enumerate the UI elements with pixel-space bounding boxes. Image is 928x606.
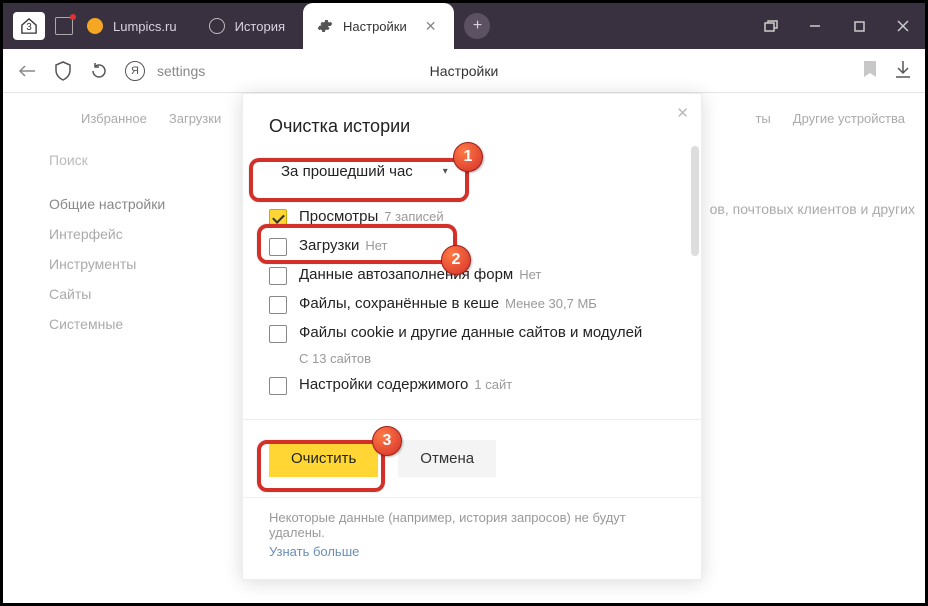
option-sub: С 13 сайтов bbox=[299, 351, 371, 366]
dialog-footer: Некоторые данные (например, история запр… bbox=[243, 497, 701, 579]
tab-history[interactable]: История bbox=[195, 3, 303, 49]
dialog-close-button[interactable]: ✕ bbox=[676, 104, 689, 122]
nav-item[interactable]: Загрузки bbox=[169, 111, 221, 126]
scrollbar[interactable] bbox=[691, 146, 699, 256]
tab-settings[interactable]: Настройки ✕ bbox=[303, 3, 454, 49]
window-maximize-button[interactable] bbox=[837, 3, 881, 49]
checkbox-icon[interactable] bbox=[269, 377, 287, 395]
page-title: Настройки bbox=[430, 63, 499, 79]
annotation-badge-1: 1 bbox=[453, 142, 483, 172]
option-sub: Менее 30,7 МБ bbox=[505, 296, 597, 311]
dropdown-value: За прошедший час bbox=[281, 163, 413, 180]
option-cache[interactable]: Файлы, сохранённые в кеше Менее 30,7 МБ bbox=[269, 295, 675, 314]
sidebar-item[interactable]: Системные bbox=[49, 316, 193, 332]
footer-note: Некоторые данные (например, история запр… bbox=[269, 510, 626, 540]
nav-item[interactable]: Избранное bbox=[81, 111, 147, 126]
new-tab-button[interactable]: + bbox=[464, 13, 490, 39]
nav-item[interactable]: ты bbox=[755, 111, 770, 126]
window-minimize-button[interactable] bbox=[793, 3, 837, 49]
tab-lumpics[interactable]: Lumpics.ru bbox=[73, 3, 195, 49]
annotation-badge-2: 2 bbox=[441, 245, 471, 275]
option-label: Просмотры bbox=[299, 208, 378, 225]
titlebar: 3 Lumpics.ru История Настройки ✕ + bbox=[3, 3, 925, 49]
option-sub: Нет bbox=[519, 267, 541, 282]
annotation-badge-3: 3 bbox=[372, 426, 402, 456]
sidebar-item[interactable]: Сайты bbox=[49, 286, 193, 302]
download-icon[interactable] bbox=[895, 60, 911, 81]
checkbox-icon[interactable] bbox=[269, 267, 287, 285]
option-label: Загрузки bbox=[299, 237, 359, 254]
settings-search-input[interactable]: Поиск bbox=[49, 152, 193, 168]
option-sub: 1 сайт bbox=[474, 377, 512, 392]
extensions-icon[interactable] bbox=[55, 17, 73, 35]
option-autofill[interactable]: Данные автозаполнения форм Нет bbox=[269, 266, 675, 285]
favicon-lumpics-icon bbox=[87, 18, 103, 34]
option-downloads[interactable]: Загрузки Нет bbox=[269, 237, 675, 256]
clear-button[interactable]: Очистить bbox=[269, 440, 378, 477]
settings-sidebar: Поиск Общие настройки Интерфейс Инструме… bbox=[3, 152, 193, 332]
option-label: Файлы, сохранённые в кеше bbox=[299, 295, 499, 312]
checkbox-icon[interactable] bbox=[269, 238, 287, 256]
collapse-tabs-icon[interactable] bbox=[749, 3, 793, 49]
app-window: 3 Lumpics.ru История Настройки ✕ + bbox=[0, 0, 928, 606]
back-button[interactable] bbox=[17, 61, 37, 81]
home-tab-count: 3 bbox=[26, 22, 32, 33]
learn-more-link[interactable]: Узнать больше bbox=[269, 544, 675, 559]
clear-options-list: Просмотры 7 записей Загрузки Нет Данные ав… bbox=[269, 208, 675, 395]
option-content-settings[interactable]: Настройки содержимого 1 сайт bbox=[269, 376, 675, 395]
sidebar-item[interactable]: Инструменты bbox=[49, 256, 193, 272]
option-sub: Нет bbox=[365, 238, 387, 253]
tab-label: История bbox=[235, 19, 285, 34]
time-range-dropdown[interactable]: За прошедший час ▾ bbox=[269, 155, 460, 188]
home-button[interactable]: 3 bbox=[13, 12, 45, 40]
tab-label: Lumpics.ru bbox=[113, 19, 177, 34]
address-bar[interactable]: Я settings bbox=[125, 61, 205, 81]
nav-item[interactable]: Другие устройства bbox=[793, 111, 905, 126]
page-content: Избранное Загрузки ты Другие устройства … bbox=[3, 93, 925, 603]
reload-button[interactable] bbox=[89, 61, 109, 81]
checkbox-icon[interactable] bbox=[269, 296, 287, 314]
site-letter-icon: Я bbox=[125, 61, 145, 81]
close-tab-icon[interactable]: ✕ bbox=[425, 18, 437, 35]
sidebar-item[interactable]: Общие настройки bbox=[49, 196, 193, 212]
protect-icon[interactable] bbox=[53, 61, 73, 81]
url-text: settings bbox=[157, 63, 205, 79]
option-label: Данные автозаполнения форм bbox=[299, 266, 513, 283]
bookmark-icon[interactable] bbox=[863, 60, 877, 81]
cancel-button[interactable]: Отмена bbox=[398, 440, 496, 477]
option-cookies[interactable]: Файлы cookie и другие данные сайтов и мо… bbox=[269, 324, 675, 366]
gear-icon bbox=[317, 18, 333, 34]
clock-icon bbox=[209, 18, 225, 34]
window-close-button[interactable] bbox=[881, 3, 925, 49]
dialog-title: Очистка истории bbox=[269, 116, 675, 137]
checkbox-icon[interactable] bbox=[269, 209, 287, 227]
tab-label: Настройки bbox=[343, 19, 407, 34]
option-label: Файлы cookie и другие данные сайтов и мо… bbox=[299, 324, 642, 341]
chevron-down-icon: ▾ bbox=[443, 166, 448, 177]
checkbox-icon[interactable] bbox=[269, 325, 287, 343]
option-views[interactable]: Просмотры 7 записей bbox=[269, 208, 675, 227]
sidebar-item[interactable]: Интерфейс bbox=[49, 226, 193, 242]
bg-text-fragment: ов, почтовых клиентов и других bbox=[710, 201, 915, 217]
option-label: Настройки содержимого bbox=[299, 376, 468, 393]
option-sub: 7 записей bbox=[384, 209, 443, 224]
toolbar: Я settings Настройки bbox=[3, 49, 925, 93]
